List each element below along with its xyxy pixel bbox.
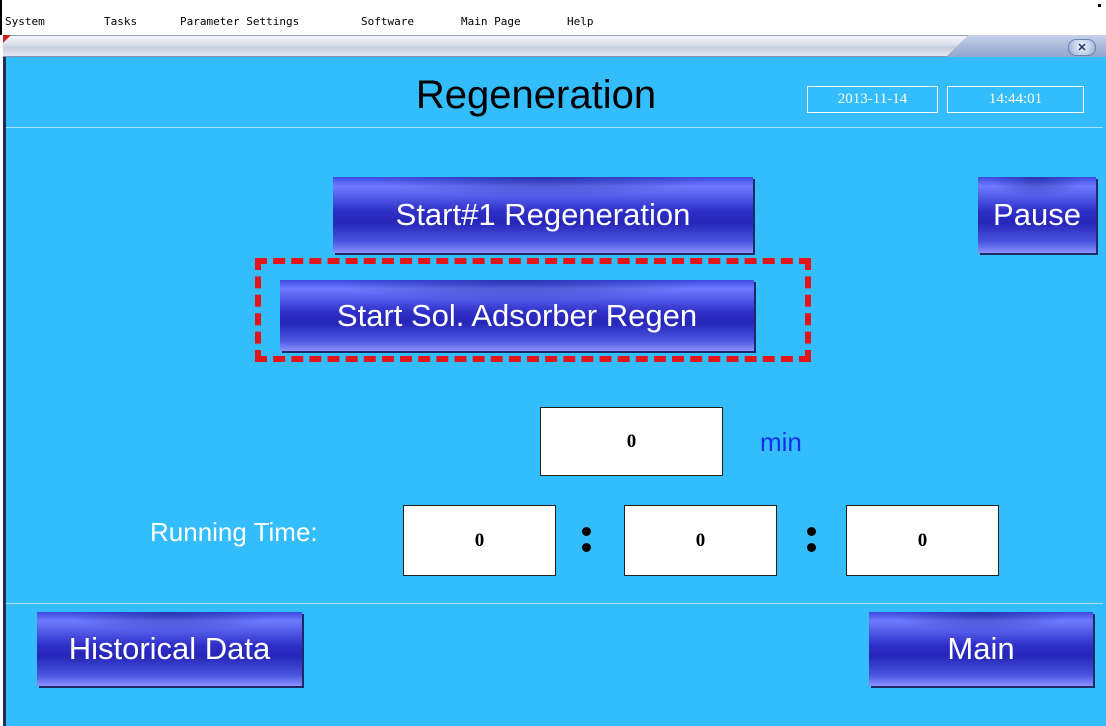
colon-separator-icon xyxy=(807,527,816,559)
running-time-label: Running Time: xyxy=(150,517,318,547)
menu-bar: System Tasks Parameter Settings Software… xyxy=(0,0,1106,35)
running-time-seconds: 0 xyxy=(846,505,999,576)
main-label: Main xyxy=(947,631,1015,666)
start-sol-adsorber-regen-button[interactable]: Start Sol. Adsorber Regen xyxy=(280,280,754,351)
time-display: 14:44:01 xyxy=(947,86,1084,113)
historical-data-button[interactable]: Historical Data xyxy=(37,612,302,686)
header-divider xyxy=(6,127,1103,128)
menu-system[interactable]: System xyxy=(5,15,45,28)
start-sol-adsorber-regen-label: Start Sol. Adsorber Regen xyxy=(336,297,698,333)
menu-software[interactable]: Software xyxy=(361,15,414,28)
main-button[interactable]: Main xyxy=(869,612,1093,686)
historical-data-label: Historical Data xyxy=(68,631,271,666)
menu-parameter-settings[interactable]: Parameter Settings xyxy=(180,15,299,28)
running-time-hours: 0 xyxy=(403,505,556,576)
menu-main-page[interactable]: Main Page xyxy=(461,15,521,28)
date-display: 2013-11-14 xyxy=(807,86,938,113)
window-edge-mark xyxy=(1098,4,1101,7)
regeneration-panel: Regeneration 2013-11-14 14:44:01 Start#1… xyxy=(3,57,1106,726)
pause-button[interactable]: Pause xyxy=(978,177,1096,253)
window-title-bar: ✕ xyxy=(3,35,1106,57)
window-edge xyxy=(0,0,2,35)
minutes-input[interactable]: 0 xyxy=(540,407,723,476)
menu-tasks[interactable]: Tasks xyxy=(104,15,137,28)
colon-separator-icon xyxy=(582,527,591,559)
menu-help[interactable]: Help xyxy=(567,15,594,28)
corner-marker xyxy=(3,35,11,43)
footer-divider xyxy=(6,603,1103,604)
pause-label: Pause xyxy=(993,197,1081,232)
minutes-unit-label: min xyxy=(760,427,802,457)
close-button[interactable]: ✕ xyxy=(1068,39,1096,56)
close-icon: ✕ xyxy=(1077,42,1087,54)
start-1-regeneration-button[interactable]: Start#1 Regeneration xyxy=(333,177,753,253)
start-1-regeneration-label: Start#1 Regeneration xyxy=(395,197,691,232)
running-time-minutes: 0 xyxy=(624,505,777,576)
page-title: Regeneration xyxy=(415,73,657,117)
